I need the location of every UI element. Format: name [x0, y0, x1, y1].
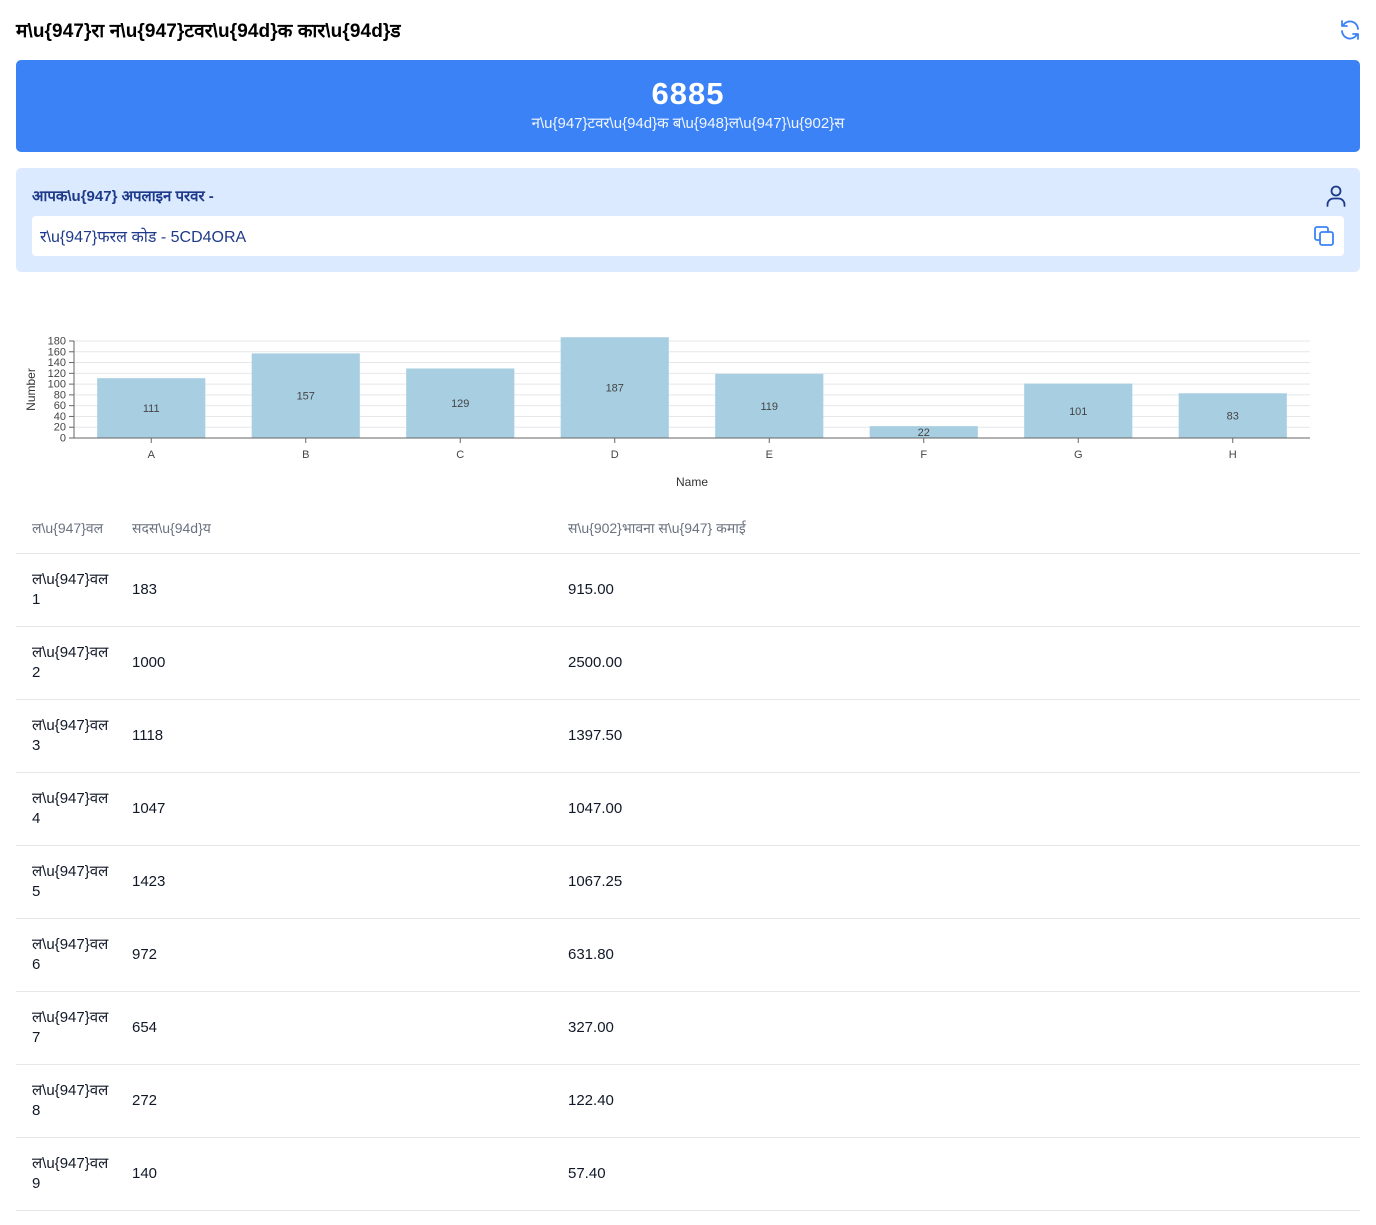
refresh-button[interactable] — [1336, 16, 1364, 44]
table-row: ल\u{947}वल 7 654 327.00 — [16, 991, 1360, 1065]
y-tick-label: 160 — [48, 346, 66, 358]
bar-chart-svg: 020406080100120140160180 111 A 157 B 129 C 187 D… — [24, 336, 1310, 489]
y-tick-label: 140 — [48, 357, 66, 369]
referral-code-text: र\u{947}फरल कोड - 5CD4ORA — [40, 229, 247, 246]
level-cell: ल\u{947}वल 4 — [16, 772, 116, 846]
table-header-row: ल\u{947}वल सदस\u{94d}य स\u{902}भावना स\u… — [16, 503, 1360, 554]
header-level: ल\u{947}वल — [16, 503, 116, 554]
x-tick-label: G — [1074, 449, 1083, 461]
members-cell: 654 — [116, 991, 552, 1065]
refresh-icon — [1341, 20, 1359, 40]
level-cell: ल\u{947}वल 3 — [16, 699, 116, 773]
header-members: सदस\u{94d}य — [116, 503, 552, 554]
network-balance-label: न\u{947}टवर\u{94d}क ब\u{948}ल\u{947}\u{9… — [531, 115, 845, 132]
x-tick-label: B — [302, 449, 309, 461]
table-row: ल\u{947}वल 5 1423 1067.25 — [16, 845, 1360, 919]
earnings-cell: 1397.50 — [552, 699, 1360, 773]
table-row: ल\u{947}वल 4 1047 1047.00 — [16, 772, 1360, 846]
level-cell: ल\u{947}वल 9 — [16, 1137, 116, 1211]
upline-user-button[interactable] — [1322, 182, 1350, 210]
levels-bar-chart: 0 20 40 60 80 100 120 140 160 180 111 A 157 B 129 C 187 D… — [16, 318, 1360, 500]
earnings-cell: 1047.00 — [552, 772, 1360, 846]
levels-table: ल\u{947}वल सदस\u{94d}य स\u{902}भावना स\u… — [16, 503, 1360, 1211]
copy-referral-button[interactable] — [1310, 222, 1338, 250]
y-axis-title: Number — [24, 368, 38, 411]
level-cell: ल\u{947}वल 5 — [16, 845, 116, 919]
members-cell: 1000 — [116, 626, 552, 700]
x-tick-label: H — [1229, 449, 1237, 461]
x-tick-label: F — [920, 449, 927, 461]
members-cell: 140 — [116, 1137, 552, 1211]
members-cell: 1423 — [116, 845, 552, 919]
x-tick-label: A — [148, 449, 156, 461]
y-tick-label: 180 — [48, 336, 66, 348]
earnings-cell: 915.00 — [552, 553, 1360, 627]
x-tick-label: E — [766, 449, 773, 461]
header-earnings: स\u{902}भावना स\u{947} कमाई — [552, 503, 1360, 554]
members-cell: 972 — [116, 918, 552, 992]
level-cell: ल\u{947}वल 6 — [16, 918, 116, 992]
earnings-cell: 631.80 — [552, 918, 1360, 992]
y-tick-label: 120 — [48, 368, 66, 380]
level-cell: ल\u{947}वल 1 — [16, 553, 116, 627]
page-title: म\u{947}रा न\u{947}टवर\u{94d}क कार\u{94d… — [16, 21, 401, 42]
bar-data-label: 101 — [1069, 406, 1087, 418]
bar-data-label: 22 — [918, 427, 930, 439]
y-tick-label: 20 — [54, 422, 66, 434]
earnings-cell: 57.40 — [552, 1137, 1360, 1211]
earnings-cell: 122.40 — [552, 1064, 1360, 1138]
y-tick-label: 0 — [60, 433, 66, 445]
x-tick-label: D — [611, 449, 619, 461]
upline-card: आपक\u{947} अपलाइन परवर - र\u{947}फरल कोड… — [16, 168, 1360, 272]
level-cell: ल\u{947}वल 7 — [16, 991, 116, 1065]
level-cell: ल\u{947}वल 2 — [16, 626, 116, 700]
x-axis-title: Name — [676, 475, 708, 489]
bar-data-label: 187 — [606, 383, 624, 395]
table-row: ल\u{947}वल 9 140 57.40 — [16, 1137, 1360, 1211]
copy-icon — [1314, 226, 1334, 246]
bar-data-label: 119 — [760, 401, 778, 413]
y-tick-label: 40 — [54, 411, 66, 423]
table-row: ल\u{947}वल 1 183 915.00 — [16, 553, 1360, 627]
referral-code-box: र\u{947}फरल कोड - 5CD4ORA — [32, 216, 1344, 256]
table-row: ल\u{947}वल 8 272 122.40 — [16, 1064, 1360, 1138]
members-cell: 183 — [116, 553, 552, 627]
upline-header: आपक\u{947} अपलाइन परवर - — [32, 182, 1346, 210]
bar-data-label: 129 — [451, 398, 469, 410]
members-cell: 1047 — [116, 772, 552, 846]
level-cell: ल\u{947}वल 8 — [16, 1064, 116, 1138]
members-cell: 272 — [116, 1064, 552, 1138]
y-tick-label: 60 — [54, 400, 66, 412]
table-row: ल\u{947}वल 3 1118 1397.50 — [16, 699, 1360, 773]
page-header: म\u{947}रा न\u{947}टवर\u{94d}क कार\u{94d… — [16, 14, 1360, 46]
network-balance-value: 6885 — [651, 76, 725, 111]
y-tick-label: 100 — [48, 379, 66, 391]
earnings-cell: 2500.00 — [552, 626, 1360, 700]
earnings-cell: 327.00 — [552, 991, 1360, 1065]
bar-data-label: 157 — [297, 391, 315, 403]
bar-data-label: 111 — [143, 403, 160, 415]
earnings-cell: 1067.25 — [552, 845, 1360, 919]
network-balance-card: 6885 न\u{947}टवर\u{94d}क ब\u{948}ल\u{947… — [16, 60, 1360, 152]
upline-title: आपक\u{947} अपलाइन परवर - — [32, 188, 214, 205]
table-row: ल\u{947}वल 6 972 631.80 — [16, 918, 1360, 992]
y-tick-label: 80 — [54, 389, 66, 401]
x-tick-label: C — [456, 449, 464, 461]
user-icon — [1326, 185, 1346, 207]
bar-data-label: 83 — [1227, 411, 1239, 423]
members-cell: 1118 — [116, 699, 552, 773]
table-row: ल\u{947}वल 2 1000 2500.00 — [16, 626, 1360, 700]
